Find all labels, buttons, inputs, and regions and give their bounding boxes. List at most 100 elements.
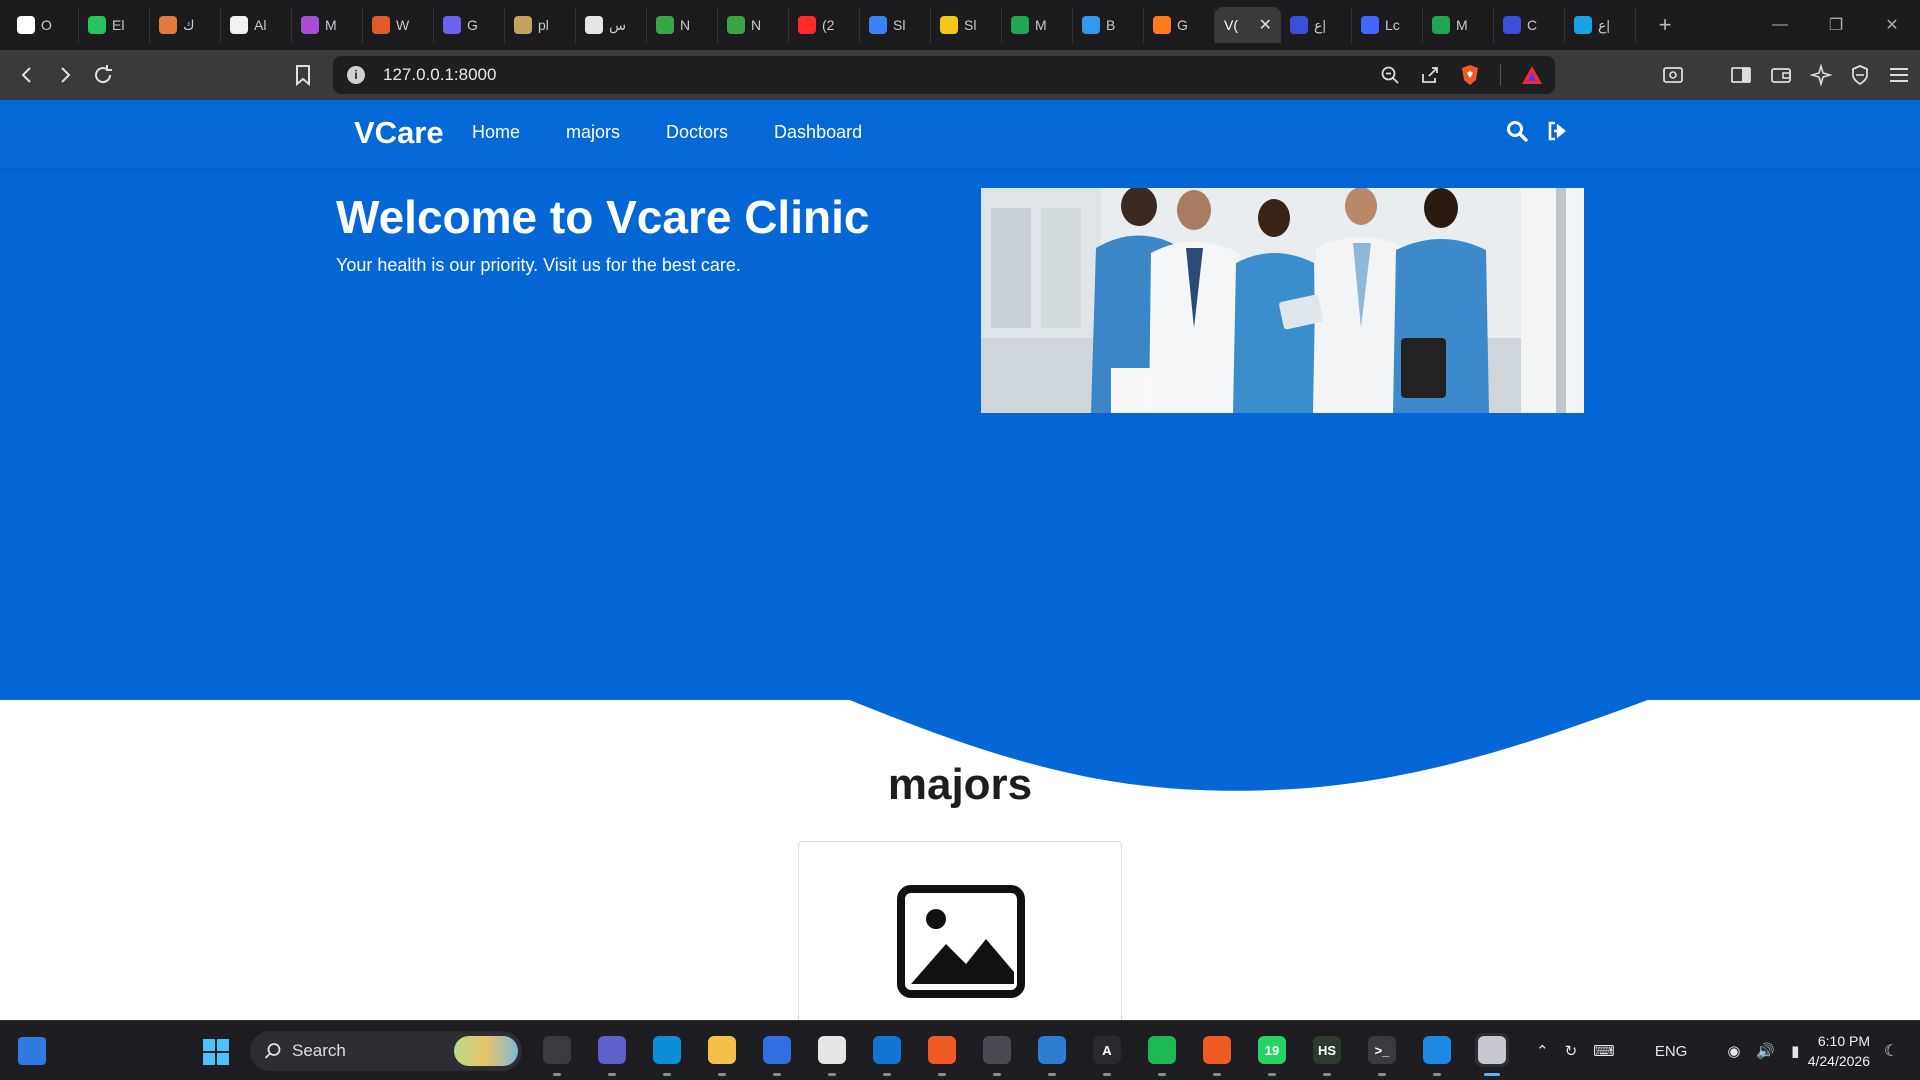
nav-doctors[interactable]: Doctors [666, 122, 728, 143]
start-button[interactable] [202, 1038, 230, 1071]
browser-tab[interactable]: Lc [1352, 7, 1423, 43]
taskbar-app-whatsapp[interactable]: 19 [1255, 1033, 1289, 1076]
restore-button[interactable]: ❐ [1808, 0, 1864, 50]
hero-title: Welcome to Vcare Clinic [336, 191, 870, 243]
nav-home[interactable]: Home [472, 122, 520, 143]
browser-tab[interactable]: N [718, 7, 789, 43]
taskbar-app-chrome[interactable] [815, 1033, 849, 1076]
vpn-shield-icon[interactable] [1850, 64, 1870, 86]
close-tab-icon[interactable]: ✕ [1259, 15, 1272, 35]
hero-subtitle: Your health is our priority. Visit us fo… [336, 255, 741, 275]
taskbar-app-terminal[interactable]: >_ [1365, 1033, 1399, 1076]
minimize-button[interactable]: — [1752, 0, 1808, 50]
tab-favicon-icon [869, 16, 887, 34]
brave-shield-icon[interactable] [1460, 64, 1480, 86]
taskbar-app-brave[interactable] [925, 1033, 959, 1076]
tab-favicon-icon [1574, 16, 1592, 34]
tab-label: Sl [893, 17, 906, 33]
major-card[interactable] [798, 841, 1122, 1020]
taskbar-app-snipping[interactable] [1475, 1033, 1509, 1076]
running-indicator [1103, 1073, 1111, 1076]
tab-label: س [609, 16, 627, 33]
browser-tab[interactable]: ع| [1281, 7, 1352, 43]
browser-tab[interactable]: س [576, 7, 647, 43]
search-icon[interactable] [1506, 120, 1528, 142]
nav-dashboard[interactable]: Dashboard [774, 122, 862, 143]
widgets-icon[interactable] [18, 1037, 46, 1065]
close-window-button[interactable]: ✕ [1864, 0, 1920, 50]
taskbar-app-task-view[interactable] [540, 1033, 574, 1076]
new-tab-button[interactable]: + [1650, 12, 1680, 38]
volume-icon[interactable]: 🔊 [1756, 1042, 1775, 1060]
taskbar-app-hs[interactable]: HS [1310, 1033, 1344, 1076]
running-indicator [828, 1073, 836, 1076]
taskbar-app-edge[interactable] [650, 1033, 684, 1076]
keyboard-icon[interactable]: ⌨ [1593, 1042, 1615, 1060]
chrome-icon [818, 1036, 846, 1064]
browser-tab[interactable]: G [1144, 7, 1215, 43]
browser-tab[interactable]: W [363, 7, 434, 43]
sidebar-icon[interactable] [1730, 65, 1752, 85]
taskbar-app-app-blue[interactable] [1035, 1033, 1069, 1076]
menu-icon[interactable] [1888, 65, 1910, 85]
tab-label: Lc [1385, 17, 1400, 33]
taskbar-app-meet[interactable] [595, 1033, 629, 1076]
address-bar[interactable]: i 127.0.0.1:8000 [333, 56, 1555, 94]
browser-tab[interactable]: G [434, 7, 505, 43]
browser-tab[interactable]: ك [150, 7, 221, 43]
browser-tab[interactable]: B [1073, 7, 1144, 43]
tab-favicon-icon [1011, 16, 1029, 34]
browser-tab[interactable]: M [1002, 7, 1073, 43]
taskbar-app-spotify[interactable] [1145, 1033, 1179, 1076]
taskbar-search[interactable]: Search [250, 1031, 522, 1071]
logout-icon[interactable] [1546, 120, 1568, 142]
tab-favicon-icon [585, 16, 603, 34]
clock[interactable]: 6:10 PM 4/24/2026 [1790, 1031, 1870, 1071]
browser-tab[interactable]: O [8, 7, 79, 43]
screenshot-icon[interactable] [1662, 65, 1684, 85]
taskbar-app-explorer[interactable] [705, 1033, 739, 1076]
taskbar-app-store[interactable] [760, 1033, 794, 1076]
leo-ai-icon[interactable] [1810, 64, 1832, 86]
browser-tab[interactable]: C [1494, 7, 1565, 43]
brand-logo[interactable]: VCare [354, 115, 444, 151]
sync-icon[interactable]: ↻ [1565, 1042, 1578, 1060]
active-tab[interactable]: V( ✕ [1215, 7, 1281, 43]
brave-rewards-icon[interactable] [1521, 65, 1543, 85]
wifi-icon[interactable]: ◉ [1727, 1042, 1740, 1060]
search-highlight-image [454, 1036, 518, 1066]
running-indicator [993, 1073, 1001, 1076]
share-icon[interactable] [1420, 65, 1440, 85]
nav-majors[interactable]: majors [566, 122, 620, 143]
zoom-icon[interactable] [1380, 65, 1400, 85]
bookmark-button[interactable] [284, 56, 322, 94]
browser-tab[interactable]: M [1423, 7, 1494, 43]
tab-label: pl [538, 17, 549, 33]
taskbar-app-postman[interactable] [1200, 1033, 1234, 1076]
wallet-icon[interactable] [1770, 65, 1792, 85]
running-indicator [663, 1073, 671, 1076]
browser-tab[interactable]: pl [505, 7, 576, 43]
browser-tab[interactable]: Sl [931, 7, 1002, 43]
language-indicator[interactable]: ENG [1655, 1043, 1688, 1060]
browser-tab[interactable]: ع| [1565, 7, 1636, 43]
taskbar-app-outlook[interactable] [870, 1033, 904, 1076]
forward-button[interactable] [46, 56, 84, 94]
reload-button[interactable] [84, 56, 122, 94]
divider [1500, 64, 1501, 86]
browser-tab[interactable]: El [79, 7, 150, 43]
tab-label: M [1035, 17, 1047, 33]
notification-icon[interactable]: ☾ [1884, 1041, 1898, 1061]
tab-favicon-icon [1432, 16, 1450, 34]
taskbar-app-arc[interactable]: A [1090, 1033, 1124, 1076]
site-info-icon[interactable]: i [347, 66, 365, 84]
taskbar-app-vscode[interactable] [1420, 1033, 1454, 1076]
browser-tab[interactable]: Sl [860, 7, 931, 43]
browser-tab[interactable]: Al [221, 7, 292, 43]
taskbar-app-app-gray[interactable] [980, 1033, 1014, 1076]
browser-tab[interactable]: M [292, 7, 363, 43]
browser-tab[interactable]: (2 [789, 7, 860, 43]
back-button[interactable] [8, 56, 46, 94]
browser-tab[interactable]: N [647, 7, 718, 43]
tray-overflow-icon[interactable]: ⌃ [1536, 1042, 1549, 1060]
